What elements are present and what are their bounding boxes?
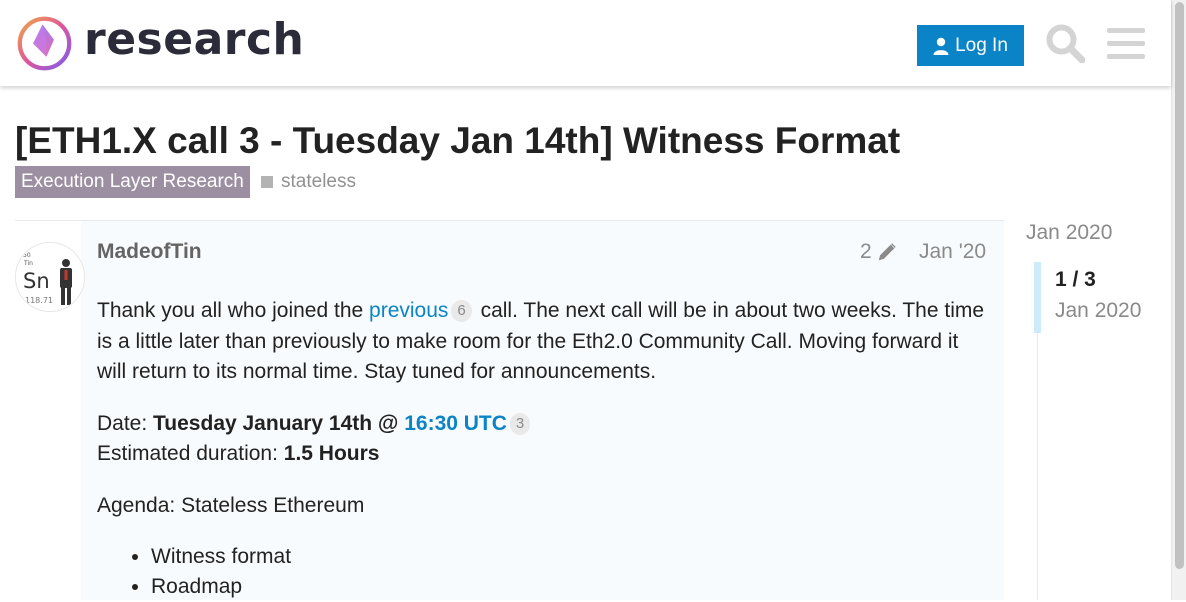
tag-stateless[interactable]: stateless	[261, 168, 356, 196]
research-logo-icon[interactable]	[16, 15, 73, 72]
post-paragraph-1: Thank you all who joined the previous 6 c…	[97, 299, 985, 383]
timeline-start-date[interactable]: Jan 2020	[1026, 221, 1112, 245]
page-scrollbar[interactable]	[1171, 0, 1186, 600]
previous-call-link[interactable]: previous	[369, 299, 448, 322]
tag-label: stateless	[281, 171, 356, 192]
edit-history-button[interactable]: 2	[860, 240, 898, 264]
avatar-corner-number: 50	[23, 252, 31, 259]
post-date[interactable]: Jan '20	[919, 240, 986, 264]
list-item: Roadmap	[151, 572, 992, 602]
edit-count: 2	[860, 240, 872, 263]
list-item: Witness format	[151, 542, 992, 572]
post-paragraph-2: Date: Tuesday January 14th @ 16:30 UTC 3 …	[97, 409, 992, 470]
site-name[interactable]: research	[84, 14, 304, 65]
avatar-top-text: Tin	[23, 260, 33, 267]
timeline-handle[interactable]	[1034, 262, 1041, 333]
login-label: Log In	[955, 34, 1008, 56]
post-agenda: Agenda: Stateless Ethereum	[97, 493, 365, 517]
pencil-icon	[878, 243, 896, 261]
avatar[interactable]: 50 Tin Sn 118.71	[15, 242, 85, 312]
scrollbar-thumb[interactable]	[1175, 2, 1184, 569]
link-click-count: 3	[509, 412, 531, 435]
agenda-list: Witness format Roadmap	[97, 542, 992, 602]
post-username[interactable]: MadeofTin	[97, 240, 202, 264]
category-badge[interactable]: Execution Layer Research	[15, 166, 250, 198]
avatar-main-text: Sn	[23, 269, 50, 293]
avatar-image: 50 Tin Sn 118.71	[16, 243, 84, 311]
search-icon[interactable]	[1045, 23, 1085, 63]
hamburger-menu-icon[interactable]	[1107, 25, 1145, 61]
timeline-current-date: Jan 2020	[1055, 299, 1142, 322]
link-click-count: 6	[451, 300, 472, 322]
timeline-position: 1 / 3	[1055, 268, 1096, 291]
utc-time-link[interactable]: 16:30 UTC	[404, 412, 507, 435]
login-button[interactable]: Log In	[917, 25, 1024, 66]
topic-title[interactable]: [ETH1.X call 3 - Tuesday Jan 14th] Witne…	[15, 120, 900, 162]
site-header: research Log In	[0, 0, 1171, 86]
avatar-bottom-text: 118.71	[25, 296, 53, 305]
user-icon	[933, 37, 949, 55]
tag-square-icon	[261, 176, 273, 188]
post-content: Thank you all who joined the previous 6 c…	[97, 296, 992, 602]
